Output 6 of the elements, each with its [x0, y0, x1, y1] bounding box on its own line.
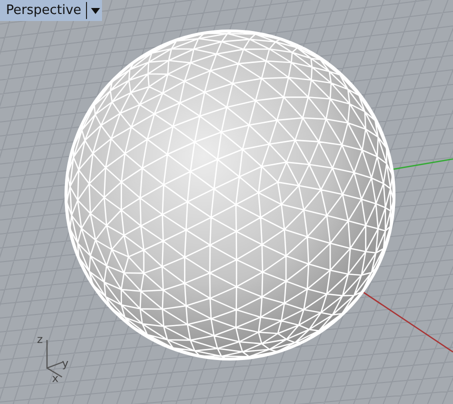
axis-label: x: [52, 372, 59, 385]
axis-label: z: [37, 333, 43, 346]
axis-gizmo-icon: [46, 339, 64, 378]
axis-label: y: [62, 357, 69, 370]
dropdown-arrow-icon: [91, 8, 100, 14]
viewport-title-tab[interactable]: Perspective: [0, 0, 102, 21]
